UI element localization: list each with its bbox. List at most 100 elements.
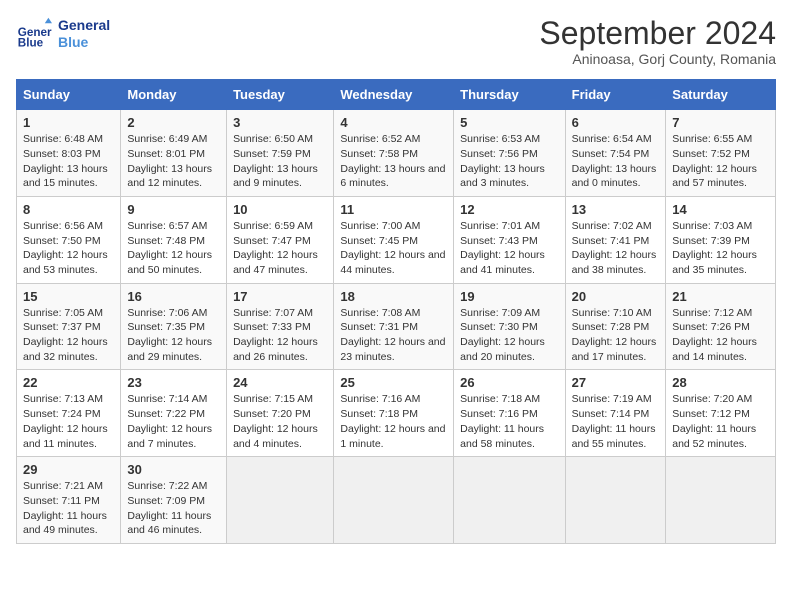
logo-icon: General Blue bbox=[16, 16, 52, 52]
cell-content: Sunrise: 6:50 AMSunset: 7:59 PMDaylight:… bbox=[233, 133, 318, 189]
day-number: 17 bbox=[233, 289, 327, 304]
calendar-cell: 8 Sunrise: 6:56 AMSunset: 7:50 PMDayligh… bbox=[17, 196, 121, 283]
day-number: 29 bbox=[23, 462, 114, 477]
day-number: 15 bbox=[23, 289, 114, 304]
day-number: 27 bbox=[572, 375, 660, 390]
cell-content: Sunrise: 7:10 AMSunset: 7:28 PMDaylight:… bbox=[572, 307, 657, 363]
cell-content: Sunrise: 7:01 AMSunset: 7:43 PMDaylight:… bbox=[460, 220, 545, 276]
calendar-table: SundayMondayTuesdayWednesdayThursdayFrid… bbox=[16, 79, 776, 544]
day-number: 10 bbox=[233, 202, 327, 217]
day-number: 9 bbox=[127, 202, 220, 217]
day-number: 6 bbox=[572, 115, 660, 130]
cell-content: Sunrise: 7:12 AMSunset: 7:26 PMDaylight:… bbox=[672, 307, 757, 363]
col-header-saturday: Saturday bbox=[666, 80, 776, 110]
day-number: 2 bbox=[127, 115, 220, 130]
cell-content: Sunrise: 7:18 AMSunset: 7:16 PMDaylight:… bbox=[460, 393, 544, 449]
day-number: 14 bbox=[672, 202, 769, 217]
logo-text-blue: Blue bbox=[58, 34, 110, 51]
day-number: 22 bbox=[23, 375, 114, 390]
week-row-5: 29 Sunrise: 7:21 AMSunset: 7:11 PMDaylig… bbox=[17, 457, 776, 544]
calendar-cell bbox=[334, 457, 454, 544]
calendar-cell: 19 Sunrise: 7:09 AMSunset: 7:30 PMDaylig… bbox=[454, 283, 565, 370]
calendar-cell: 25 Sunrise: 7:16 AMSunset: 7:18 PMDaylig… bbox=[334, 370, 454, 457]
calendar-cell: 3 Sunrise: 6:50 AMSunset: 7:59 PMDayligh… bbox=[227, 110, 334, 197]
cell-content: Sunrise: 6:53 AMSunset: 7:56 PMDaylight:… bbox=[460, 133, 545, 189]
week-row-4: 22 Sunrise: 7:13 AMSunset: 7:24 PMDaylig… bbox=[17, 370, 776, 457]
day-number: 18 bbox=[340, 289, 447, 304]
day-number: 26 bbox=[460, 375, 558, 390]
svg-text:Blue: Blue bbox=[18, 37, 44, 50]
cell-content: Sunrise: 7:15 AMSunset: 7:20 PMDaylight:… bbox=[233, 393, 318, 449]
cell-content: Sunrise: 6:52 AMSunset: 7:58 PMDaylight:… bbox=[340, 133, 445, 189]
cell-content: Sunrise: 7:05 AMSunset: 7:37 PMDaylight:… bbox=[23, 307, 108, 363]
col-header-tuesday: Tuesday bbox=[227, 80, 334, 110]
day-number: 11 bbox=[340, 202, 447, 217]
calendar-cell: 24 Sunrise: 7:15 AMSunset: 7:20 PMDaylig… bbox=[227, 370, 334, 457]
cell-content: Sunrise: 7:09 AMSunset: 7:30 PMDaylight:… bbox=[460, 307, 545, 363]
cell-content: Sunrise: 7:02 AMSunset: 7:41 PMDaylight:… bbox=[572, 220, 657, 276]
cell-content: Sunrise: 6:59 AMSunset: 7:47 PMDaylight:… bbox=[233, 220, 318, 276]
cell-content: Sunrise: 6:49 AMSunset: 8:01 PMDaylight:… bbox=[127, 133, 212, 189]
day-number: 19 bbox=[460, 289, 558, 304]
cell-content: Sunrise: 6:56 AMSunset: 7:50 PMDaylight:… bbox=[23, 220, 108, 276]
day-number: 3 bbox=[233, 115, 327, 130]
day-number: 25 bbox=[340, 375, 447, 390]
cell-content: Sunrise: 7:13 AMSunset: 7:24 PMDaylight:… bbox=[23, 393, 108, 449]
header-row: SundayMondayTuesdayWednesdayThursdayFrid… bbox=[17, 80, 776, 110]
cell-content: Sunrise: 6:55 AMSunset: 7:52 PMDaylight:… bbox=[672, 133, 757, 189]
calendar-cell: 5 Sunrise: 6:53 AMSunset: 7:56 PMDayligh… bbox=[454, 110, 565, 197]
col-header-friday: Friday bbox=[565, 80, 666, 110]
col-header-thursday: Thursday bbox=[454, 80, 565, 110]
cell-content: Sunrise: 7:22 AMSunset: 7:09 PMDaylight:… bbox=[127, 480, 211, 536]
cell-content: Sunrise: 6:57 AMSunset: 7:48 PMDaylight:… bbox=[127, 220, 212, 276]
day-number: 24 bbox=[233, 375, 327, 390]
day-number: 13 bbox=[572, 202, 660, 217]
week-row-2: 8 Sunrise: 6:56 AMSunset: 7:50 PMDayligh… bbox=[17, 196, 776, 283]
day-number: 20 bbox=[572, 289, 660, 304]
cell-content: Sunrise: 7:08 AMSunset: 7:31 PMDaylight:… bbox=[340, 307, 445, 363]
cell-content: Sunrise: 7:14 AMSunset: 7:22 PMDaylight:… bbox=[127, 393, 212, 449]
calendar-cell: 12 Sunrise: 7:01 AMSunset: 7:43 PMDaylig… bbox=[454, 196, 565, 283]
week-row-3: 15 Sunrise: 7:05 AMSunset: 7:37 PMDaylig… bbox=[17, 283, 776, 370]
calendar-cell: 4 Sunrise: 6:52 AMSunset: 7:58 PMDayligh… bbox=[334, 110, 454, 197]
day-number: 8 bbox=[23, 202, 114, 217]
cell-content: Sunrise: 7:19 AMSunset: 7:14 PMDaylight:… bbox=[572, 393, 656, 449]
calendar-cell: 17 Sunrise: 7:07 AMSunset: 7:33 PMDaylig… bbox=[227, 283, 334, 370]
week-row-1: 1 Sunrise: 6:48 AMSunset: 8:03 PMDayligh… bbox=[17, 110, 776, 197]
calendar-cell: 1 Sunrise: 6:48 AMSunset: 8:03 PMDayligh… bbox=[17, 110, 121, 197]
calendar-cell bbox=[227, 457, 334, 544]
col-header-wednesday: Wednesday bbox=[334, 80, 454, 110]
location-subtitle: Aninoasa, Gorj County, Romania bbox=[539, 51, 776, 67]
calendar-cell: 21 Sunrise: 7:12 AMSunset: 7:26 PMDaylig… bbox=[666, 283, 776, 370]
calendar-cell: 18 Sunrise: 7:08 AMSunset: 7:31 PMDaylig… bbox=[334, 283, 454, 370]
day-number: 7 bbox=[672, 115, 769, 130]
calendar-cell: 29 Sunrise: 7:21 AMSunset: 7:11 PMDaylig… bbox=[17, 457, 121, 544]
calendar-cell bbox=[454, 457, 565, 544]
cell-content: Sunrise: 7:16 AMSunset: 7:18 PMDaylight:… bbox=[340, 393, 445, 449]
calendar-cell: 20 Sunrise: 7:10 AMSunset: 7:28 PMDaylig… bbox=[565, 283, 666, 370]
day-number: 28 bbox=[672, 375, 769, 390]
day-number: 1 bbox=[23, 115, 114, 130]
calendar-cell: 22 Sunrise: 7:13 AMSunset: 7:24 PMDaylig… bbox=[17, 370, 121, 457]
cell-content: Sunrise: 7:00 AMSunset: 7:45 PMDaylight:… bbox=[340, 220, 445, 276]
calendar-cell: 27 Sunrise: 7:19 AMSunset: 7:14 PMDaylig… bbox=[565, 370, 666, 457]
cell-content: Sunrise: 7:21 AMSunset: 7:11 PMDaylight:… bbox=[23, 480, 107, 536]
calendar-cell: 2 Sunrise: 6:49 AMSunset: 8:01 PMDayligh… bbox=[121, 110, 227, 197]
calendar-cell: 16 Sunrise: 7:06 AMSunset: 7:35 PMDaylig… bbox=[121, 283, 227, 370]
calendar-cell: 9 Sunrise: 6:57 AMSunset: 7:48 PMDayligh… bbox=[121, 196, 227, 283]
calendar-cell bbox=[666, 457, 776, 544]
day-number: 23 bbox=[127, 375, 220, 390]
col-header-monday: Monday bbox=[121, 80, 227, 110]
day-number: 30 bbox=[127, 462, 220, 477]
cell-content: Sunrise: 6:54 AMSunset: 7:54 PMDaylight:… bbox=[572, 133, 657, 189]
calendar-cell bbox=[565, 457, 666, 544]
calendar-cell: 7 Sunrise: 6:55 AMSunset: 7:52 PMDayligh… bbox=[666, 110, 776, 197]
cell-content: Sunrise: 7:03 AMSunset: 7:39 PMDaylight:… bbox=[672, 220, 757, 276]
calendar-cell: 26 Sunrise: 7:18 AMSunset: 7:16 PMDaylig… bbox=[454, 370, 565, 457]
calendar-cell: 10 Sunrise: 6:59 AMSunset: 7:47 PMDaylig… bbox=[227, 196, 334, 283]
col-header-sunday: Sunday bbox=[17, 80, 121, 110]
title-block: September 2024 Aninoasa, Gorj County, Ro… bbox=[539, 16, 776, 67]
calendar-cell: 15 Sunrise: 7:05 AMSunset: 7:37 PMDaylig… bbox=[17, 283, 121, 370]
day-number: 5 bbox=[460, 115, 558, 130]
day-number: 12 bbox=[460, 202, 558, 217]
